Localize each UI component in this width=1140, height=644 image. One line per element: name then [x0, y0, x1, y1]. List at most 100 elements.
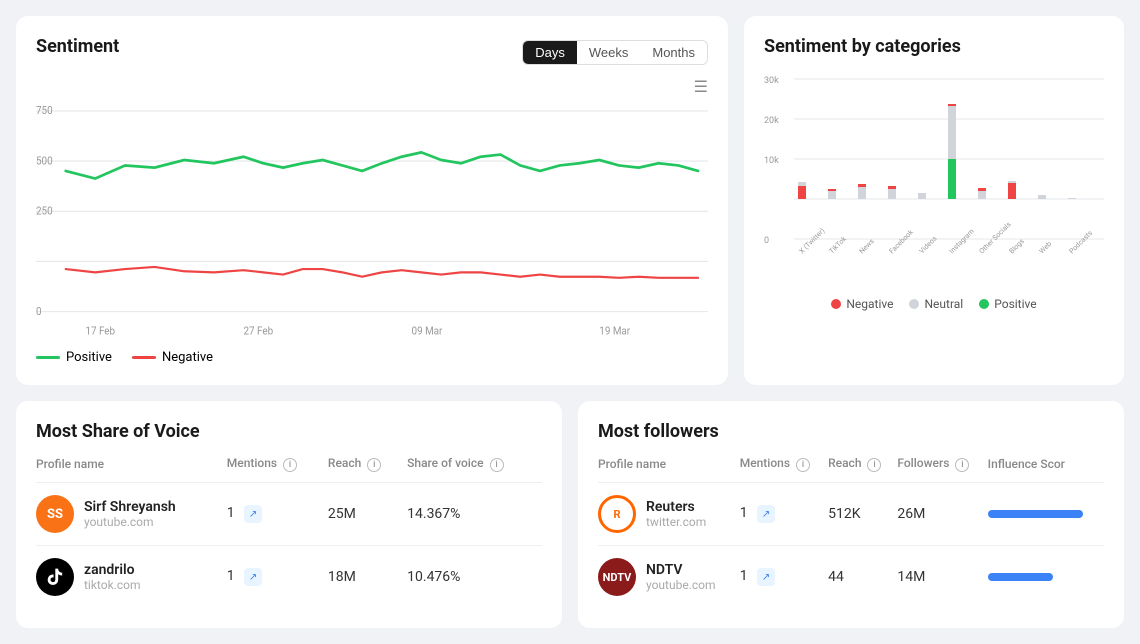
svg-text:10k: 10k	[764, 156, 779, 166]
sov-cell: 10.476%	[407, 546, 542, 609]
col-reach: Reach i	[328, 456, 407, 483]
mentions-cell: 1 ↗	[227, 546, 328, 609]
svg-text:X (Twitter): X (Twitter)	[798, 227, 827, 256]
profile-cell: SS Sirf Shreyansh youtube.com	[36, 483, 227, 546]
most-followers-table: Profile name Mentions i Reach i Follower…	[598, 456, 1104, 608]
profile-domain: youtube.com	[84, 515, 176, 529]
mentions-cell: 1 ↗	[740, 546, 828, 609]
followers-info-icon[interactable]: i	[955, 458, 969, 472]
negative-dot	[831, 299, 841, 309]
reach-cell: 44	[828, 546, 897, 609]
profile-name-cell: SS Sirf Shreyansh youtube.com	[36, 495, 219, 533]
col-followers: Followers i	[897, 456, 987, 483]
most-followers-title: Most followers	[598, 421, 1104, 442]
profile-cell: R Reuters twitter.com	[598, 483, 740, 546]
influence-bar	[988, 573, 1053, 581]
profile-name: Sirf Shreyansh	[84, 499, 176, 515]
time-filter[interactable]: Days Weeks Months	[522, 40, 708, 65]
col-profile: Profile name	[36, 456, 227, 483]
profile-domain: tiktok.com	[84, 578, 140, 592]
most-followers-card: Most followers Profile name Mentions i R…	[578, 401, 1124, 628]
svg-text:30k: 30k	[764, 76, 779, 86]
table-header-row: Profile name Mentions i Reach i Follower…	[598, 456, 1104, 483]
tiktok-icon	[45, 567, 65, 587]
reach-cell: 18M	[328, 546, 407, 609]
profile-name: NDTV	[646, 562, 716, 578]
svg-text:0: 0	[36, 304, 42, 318]
influence-score-cell	[988, 483, 1104, 546]
cat-legend-positive: Positive	[979, 297, 1036, 311]
profile-name-text: zandrilo tiktok.com	[84, 562, 140, 592]
table-header-row: Profile name Mentions i Reach i Share of…	[36, 456, 542, 483]
sov-info-icon[interactable]: i	[490, 458, 504, 472]
time-btn-weeks[interactable]: Weeks	[577, 41, 641, 64]
influence-bar	[988, 510, 1083, 518]
time-btn-months[interactable]: Months	[640, 41, 707, 64]
col-influence-score: Influence Scor	[988, 456, 1104, 483]
profile-name-cell: R Reuters twitter.com	[598, 495, 732, 533]
neutral-dot	[909, 299, 919, 309]
reach-cell: 512K	[828, 483, 897, 546]
sentiment-title: Sentiment	[36, 36, 119, 57]
svg-text:Instagram: Instagram	[948, 227, 976, 255]
svg-text:Facebook: Facebook	[888, 228, 915, 255]
col-profile: Profile name	[598, 456, 740, 483]
negative-line-indicator	[132, 356, 156, 359]
mentions-cell: 1 ↗	[227, 483, 328, 546]
chart-legend: Positive Negative	[36, 350, 708, 365]
profile-name-text: Sirf Shreyansh youtube.com	[84, 499, 176, 529]
svg-text:News: News	[858, 237, 876, 255]
col-mentions: Mentions i	[227, 456, 328, 483]
ext-link-icon[interactable]: ↗	[757, 568, 775, 586]
cat-neutral-label: Neutral	[924, 297, 963, 311]
followers-cell: 26M	[897, 483, 987, 546]
avatar: NDTV	[598, 558, 636, 596]
legend-positive: Positive	[36, 350, 112, 365]
ext-link-icon[interactable]: ↗	[244, 505, 262, 523]
reach-info-icon[interactable]: i	[867, 458, 881, 472]
profile-name-text: Reuters twitter.com	[646, 499, 706, 529]
share-of-voice-card: Most Share of Voice Profile name Mention…	[16, 401, 562, 628]
profile-name: Reuters	[646, 499, 706, 515]
svg-text:TikTok: TikTok	[828, 235, 849, 256]
categories-card: Sentiment by categories 30k 20k 10k 0	[744, 16, 1124, 385]
col-share-of-voice: Share of voice i	[407, 456, 542, 483]
sov-cell: 14.367%	[407, 483, 542, 546]
svg-text:0: 0	[764, 236, 769, 246]
ext-link-icon[interactable]: ↗	[244, 568, 262, 586]
profile-cell: NDTV NDTV youtube.com	[598, 546, 740, 609]
table-row: zandrilo tiktok.com 1 ↗ 18M 10.476%	[36, 546, 542, 609]
reach-cell: 25M	[328, 483, 407, 546]
categories-svg: 30k 20k 10k 0	[764, 69, 1104, 289]
categories-chart: 30k 20k 10k 0	[764, 69, 1104, 289]
table-row: NDTV NDTV youtube.com 1 ↗ 44 14M	[598, 546, 1104, 609]
cat-positive-label: Positive	[994, 297, 1036, 311]
reach-info-icon[interactable]: i	[367, 458, 381, 472]
profile-domain: youtube.com	[646, 578, 716, 592]
svg-text:27 Feb: 27 Feb	[244, 324, 274, 338]
ext-link-icon[interactable]: ↗	[757, 505, 775, 523]
legend-negative-label: Negative	[162, 350, 213, 365]
sentiment-header: Sentiment Days Weeks Months	[36, 36, 708, 69]
avatar: R	[598, 495, 636, 533]
mentions-info-icon[interactable]: i	[796, 458, 810, 472]
profile-name: zandrilo	[84, 562, 140, 578]
share-of-voice-title: Most Share of Voice	[36, 421, 542, 442]
svg-text:500: 500	[36, 154, 53, 168]
categories-title: Sentiment by categories	[764, 36, 1104, 57]
svg-text:Videos: Videos	[918, 234, 939, 255]
avatar	[36, 558, 74, 596]
profile-name-text: NDTV youtube.com	[646, 562, 716, 592]
svg-text:Web: Web	[1038, 240, 1053, 255]
svg-text:20k: 20k	[764, 116, 779, 126]
profile-cell: zandrilo tiktok.com	[36, 546, 227, 609]
chart-menu-icon[interactable]: ☰	[36, 77, 708, 96]
cat-negative-label: Negative	[846, 297, 893, 311]
influence-score-cell	[988, 546, 1104, 609]
time-btn-days[interactable]: Days	[523, 41, 577, 64]
svg-text:17 Feb: 17 Feb	[85, 324, 115, 338]
mentions-info-icon[interactable]: i	[283, 458, 297, 472]
legend-negative: Negative	[132, 350, 213, 365]
cat-legend-negative: Negative	[831, 297, 893, 311]
svg-text:250: 250	[36, 204, 53, 218]
